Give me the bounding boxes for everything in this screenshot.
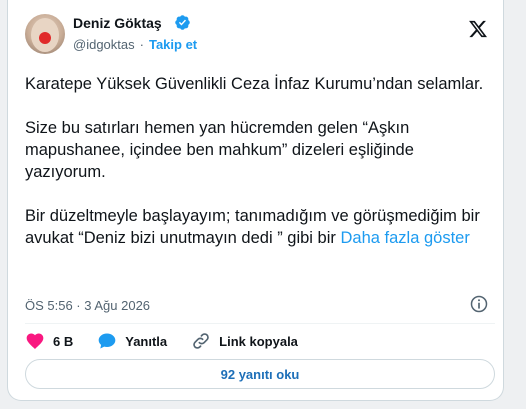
avatar-clown-nose bbox=[39, 32, 51, 44]
show-more-link[interactable]: Daha fazla göster bbox=[341, 229, 470, 247]
x-logo-icon[interactable] bbox=[468, 19, 488, 39]
divider bbox=[25, 323, 495, 324]
tweet-text: Karatepe Yüksek Güvenlikli Ceza İnfaz Ku… bbox=[25, 73, 495, 249]
tweet-paragraph-1: Karatepe Yüksek Güvenlikli Ceza İnfaz Ku… bbox=[25, 75, 484, 93]
like-count: 6 B bbox=[53, 333, 74, 349]
author-name[interactable]: Deniz Göktaş bbox=[73, 15, 162, 31]
tweet-paragraph-2: Size bu satırları hemen yan hücremden ge… bbox=[25, 119, 414, 181]
author-handle[interactable]: @idgoktas bbox=[73, 37, 135, 52]
handle-row: @idgoktas · Takip et bbox=[73, 37, 197, 52]
action-bar: 6 B Yanıtla Link kopyala bbox=[25, 331, 298, 351]
verified-badge-icon bbox=[175, 15, 190, 30]
copy-link-button[interactable]: Link kopyala bbox=[191, 331, 298, 351]
read-replies-button[interactable]: 92 yanıtı oku bbox=[25, 359, 495, 389]
avatar[interactable] bbox=[25, 14, 65, 54]
tweet-timestamp[interactable]: ÖS 5:56 · 3 Ağu 2026 bbox=[25, 298, 150, 313]
reply-button[interactable]: Yanıtla bbox=[97, 331, 167, 351]
handle-separator: · bbox=[139, 37, 144, 52]
like-button[interactable]: 6 B bbox=[25, 331, 73, 351]
info-icon[interactable] bbox=[469, 294, 489, 314]
tweet-paragraph-3: Bir düzeltmeyle başlayayım; tanımadığım … bbox=[25, 205, 495, 249]
link-icon bbox=[193, 333, 209, 349]
copy-link-label: Link kopyala bbox=[219, 333, 298, 349]
reply-label: Yanıtla bbox=[125, 333, 168, 349]
tweet-card: Deniz Göktaş @idgoktas · Takip et Karate… bbox=[7, 0, 504, 401]
reply-bubble-icon bbox=[98, 333, 116, 349]
heart-icon bbox=[26, 333, 44, 349]
follow-button[interactable]: Takip et bbox=[149, 37, 197, 52]
